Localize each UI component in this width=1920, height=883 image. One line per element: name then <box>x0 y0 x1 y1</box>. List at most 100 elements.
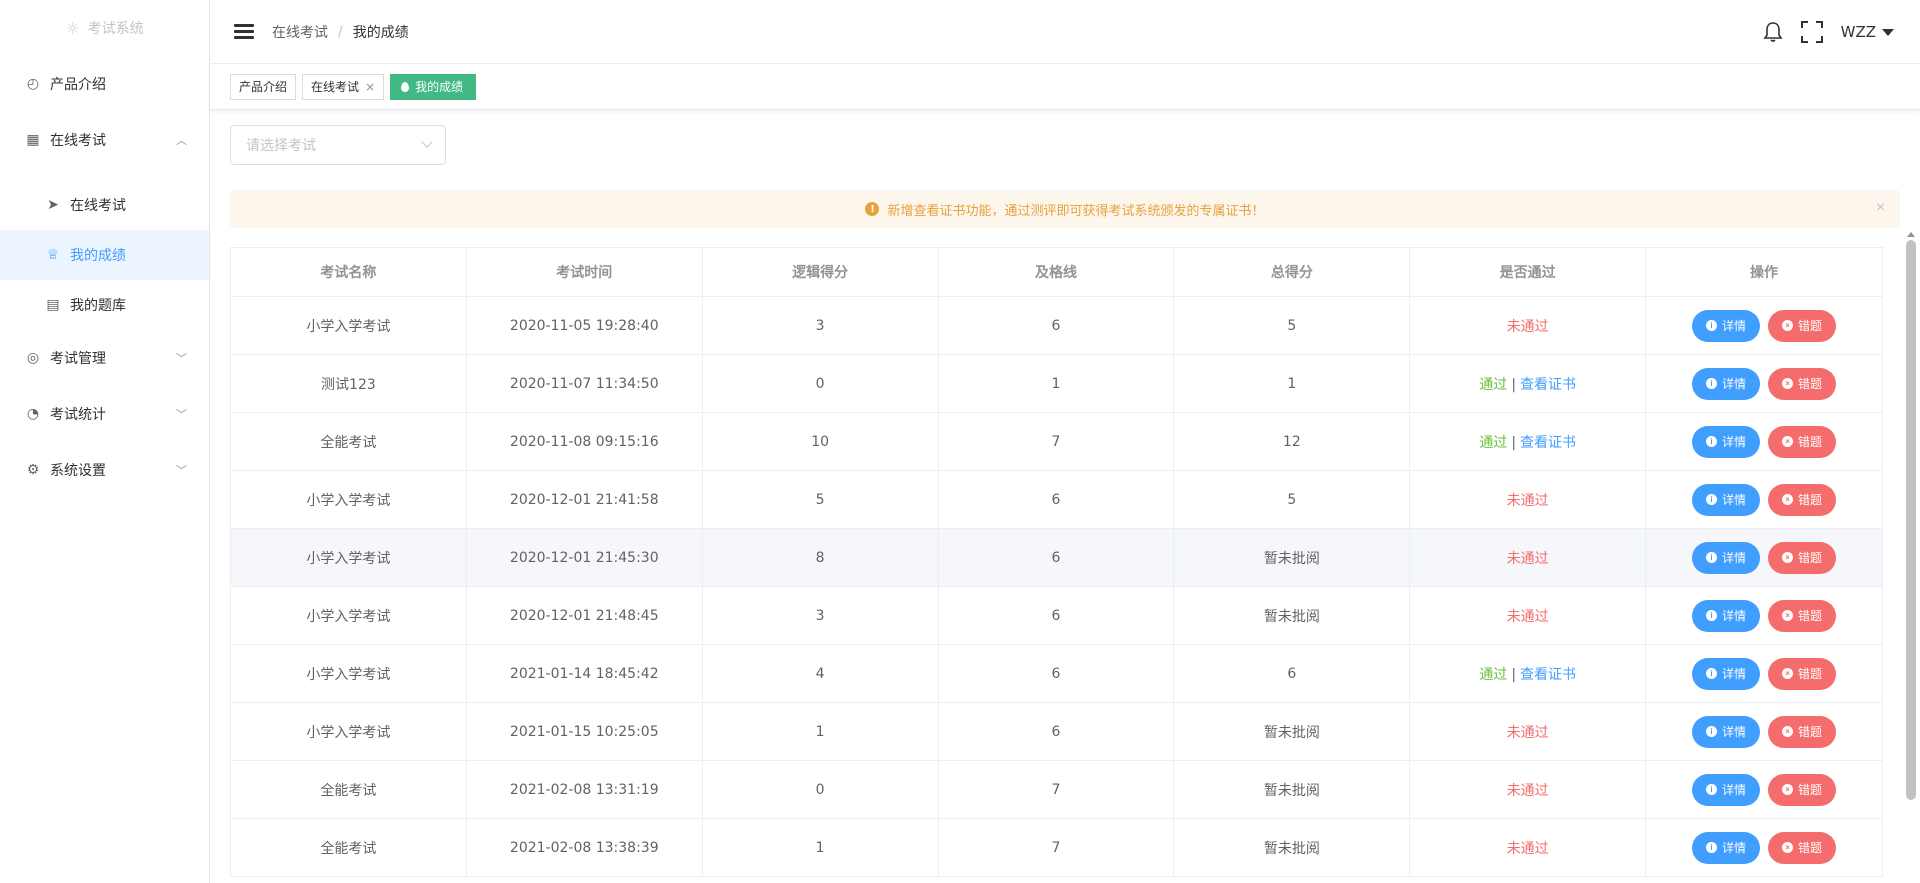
column-header: 考试名称 <box>230 247 467 297</box>
sidebar-item-exam-manage[interactable]: ◎ 考试管理 ﹀ <box>0 330 209 386</box>
table-body: 小学入学考试 2020-11-05 19:28:40 3 6 5 未通过 i 详情 × 错题 测试1… <box>230 296 1883 877</box>
table-row: 全能考试 2021-02-08 13:31:19 0 7 暂未批阅 未通过 i 详情 × 错题 <box>230 760 1883 819</box>
sidebar-item-online-exam[interactable]: ▦ 在线考试 ︿ <box>0 112 209 168</box>
info-icon: i <box>1706 726 1718 737</box>
cell-exam-time: 2021-01-15 10:25:05 <box>465 702 703 761</box>
sidebar-item-label: 考试管理 <box>50 351 106 367</box>
button-label: 错题 <box>1798 435 1823 449</box>
alert-text: 新增查看证书功能，通过测评即可获得考试系统颁发的专属证书！ <box>887 203 1265 219</box>
info-icon: i <box>1706 668 1718 679</box>
sidebar-item-exam-stats[interactable]: ◔ 考试统计 ﹀ <box>0 386 209 442</box>
sidebar-item-settings[interactable]: ⚙ 系统设置 ﹀ <box>0 442 209 498</box>
cell-exam-name: 小学入学考试 <box>230 586 467 645</box>
scroll-up-arrow-icon[interactable] <box>1907 232 1915 237</box>
wrong-questions-button[interactable]: × 错题 <box>1768 715 1837 748</box>
cell-pass-line: 6 <box>937 528 1175 587</box>
cell-total-score: 12 <box>1173 412 1411 471</box>
info-icon: i <box>1706 610 1718 621</box>
error-icon: × <box>1782 320 1794 331</box>
button-label: 详情 <box>1722 551 1747 565</box>
bell-icon[interactable] <box>1763 21 1783 43</box>
sidebar: ☼ 考试系统 ◴ 产品介绍 ▦ 在线考试 ︿ ➤ 在线考试 ♕ 我的成绩 ▤ 我… <box>0 0 210 883</box>
exam-select[interactable]: 请选择考试 <box>230 125 446 165</box>
sun-icon: ☼ <box>65 18 80 38</box>
wrong-questions-button[interactable]: × 错题 <box>1768 541 1837 574</box>
user-menu[interactable]: WZZ <box>1841 23 1894 41</box>
active-dot-icon <box>401 81 410 92</box>
tag-product[interactable]: 产品介绍 <box>230 73 297 100</box>
scrollbar[interactable] <box>1906 240 1916 800</box>
cell-exam-time: 2020-11-05 19:28:40 <box>465 296 703 355</box>
status-text: 未通过 <box>1506 550 1549 567</box>
tag-online-exam[interactable]: 在线考试 × <box>302 73 385 100</box>
chevron-down-icon: ﹀ <box>176 408 187 421</box>
info-icon: i <box>1706 436 1718 447</box>
sidebar-logo[interactable]: ☼ 考试系统 <box>0 0 209 56</box>
close-icon[interactable]: × <box>365 80 375 94</box>
button-label: 详情 <box>1722 725 1747 739</box>
scores-table: 考试名称 考试时间 逻辑得分 及格线 总得分 是否通过 操作 小学入学考试 202… <box>230 247 1883 877</box>
detail-button[interactable]: i 详情 <box>1692 367 1761 400</box>
tag-my-scores[interactable]: 我的成绩 <box>390 73 477 100</box>
cell-total-score: 暂未批阅 <box>1173 818 1411 877</box>
cell-pass-line: 7 <box>937 760 1175 819</box>
wrong-questions-button[interactable]: × 错题 <box>1768 599 1837 632</box>
detail-button[interactable]: i 详情 <box>1692 831 1761 864</box>
top-header: 在线考试 / 我的成绩 WZZ <box>210 0 1920 64</box>
column-header: 操作 <box>1645 247 1883 297</box>
exam-select-placeholder: 请选择考试 <box>246 138 316 154</box>
sidebar-item-online-exam-sub[interactable]: ➤ 在线考试 <box>0 180 209 230</box>
detail-button[interactable]: i 详情 <box>1692 715 1761 748</box>
lifebuoy-icon: ◎ <box>26 350 40 366</box>
header-actions: WZZ <box>1763 0 1894 64</box>
cell-exam-time: 2020-12-01 21:41:58 <box>465 470 703 529</box>
table-row: 测试123 2020-11-07 11:34:50 0 1 1 通过 | 查看证书 i 详情 × 错题 <box>230 354 1883 413</box>
wrong-questions-button[interactable]: × 错题 <box>1768 483 1837 516</box>
cell-pass-status: 通过 | 查看证书 <box>1409 354 1647 413</box>
sidebar-item-my-bank[interactable]: ▤ 我的题库 <box>0 280 209 330</box>
status-text: 未通过 <box>1506 608 1549 625</box>
detail-button[interactable]: i 详情 <box>1692 541 1761 574</box>
sidebar-item-product[interactable]: ◴ 产品介绍 <box>0 56 209 112</box>
cell-total-score: 暂未批阅 <box>1173 586 1411 645</box>
cell-total-score: 1 <box>1173 354 1411 413</box>
app-root: ☼ 考试系统 ◴ 产品介绍 ▦ 在线考试 ︿ ➤ 在线考试 ♕ 我的成绩 ▤ 我… <box>0 0 1920 883</box>
button-label: 错题 <box>1798 667 1823 681</box>
cell-actions: i 详情 × 错题 <box>1645 528 1883 587</box>
view-certificate-link[interactable]: 查看证书 <box>1520 377 1576 393</box>
error-icon: × <box>1782 436 1794 447</box>
wrong-questions-button[interactable]: × 错题 <box>1768 657 1837 690</box>
warning-icon: ! <box>865 202 880 216</box>
wrong-questions-button[interactable]: × 错题 <box>1768 367 1837 400</box>
column-header: 总得分 <box>1173 247 1411 297</box>
menu-toggle-icon[interactable] <box>234 21 254 42</box>
detail-button[interactable]: i 详情 <box>1692 599 1761 632</box>
cell-pass-status: 未通过 <box>1409 818 1647 877</box>
cell-logic-score: 5 <box>701 470 939 529</box>
status-text: 未通过 <box>1506 782 1549 799</box>
cell-exam-time: 2021-02-08 13:38:39 <box>465 818 703 877</box>
info-icon: i <box>1706 842 1718 853</box>
button-label: 详情 <box>1722 435 1747 449</box>
view-certificate-link[interactable]: 查看证书 <box>1520 667 1576 683</box>
button-label: 详情 <box>1722 377 1747 391</box>
detail-button[interactable]: i 详情 <box>1692 483 1761 516</box>
wrong-questions-button[interactable]: × 错题 <box>1768 831 1837 864</box>
wrong-questions-button[interactable]: × 错题 <box>1768 773 1837 806</box>
detail-button[interactable]: i 详情 <box>1692 309 1761 342</box>
table-row: 小学入学考试 2020-12-01 21:45:30 8 6 暂未批阅 未通过 i 详情 × 错题 <box>230 528 1883 587</box>
button-label: 错题 <box>1798 725 1823 739</box>
detail-button[interactable]: i 详情 <box>1692 425 1761 458</box>
wrong-questions-button[interactable]: × 错题 <box>1768 309 1837 342</box>
close-icon[interactable]: × <box>1875 200 1886 215</box>
breadcrumb-item-online-exam[interactable]: 在线考试 <box>272 22 328 42</box>
detail-button[interactable]: i 详情 <box>1692 773 1761 806</box>
detail-button[interactable]: i 详情 <box>1692 657 1761 690</box>
view-certificate-link[interactable]: 查看证书 <box>1520 435 1576 451</box>
table-row: 小学入学考试 2021-01-14 18:45:42 4 6 6 通过 | 查看证书 i 详情 × 错… <box>230 644 1883 703</box>
sidebar-item-my-scores[interactable]: ♕ 我的成绩 <box>0 230 209 280</box>
cell-pass-status: 通过 | 查看证书 <box>1409 412 1647 471</box>
wrong-questions-button[interactable]: × 错题 <box>1768 425 1837 458</box>
cell-actions: i 详情 × 错题 <box>1645 470 1883 529</box>
fullscreen-icon[interactable] <box>1800 21 1823 43</box>
